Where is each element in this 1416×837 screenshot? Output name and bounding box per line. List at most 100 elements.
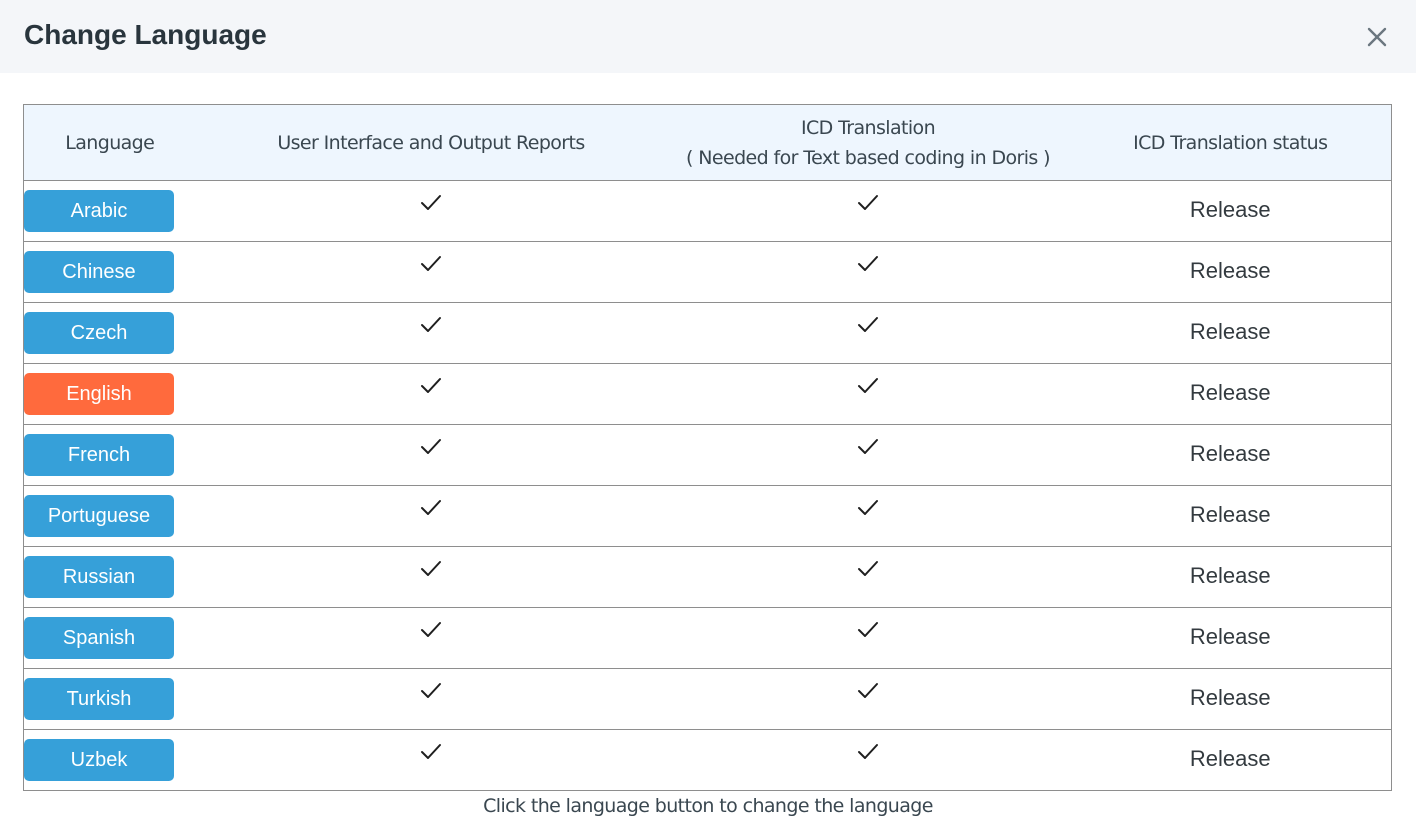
check-icon <box>858 743 878 759</box>
language-cell: Uzbek <box>23 729 196 791</box>
icd-translation-cell <box>666 546 1070 608</box>
table-row: Spanish Release <box>23 607 1392 669</box>
icd-translation-cell <box>666 729 1070 791</box>
table-row: English Release <box>23 363 1392 425</box>
language-cell: Portuguese <box>23 485 196 547</box>
check-icon <box>858 316 878 332</box>
status-cell: Release <box>1069 363 1392 425</box>
language-cell: Chinese <box>23 241 196 303</box>
check-icon <box>421 194 441 210</box>
header-icd-translation-title: ICD Translation <box>800 116 936 139</box>
status-cell: Release <box>1069 302 1392 364</box>
hint-text: Click the language button to change the … <box>483 795 933 817</box>
check-icon <box>421 316 441 332</box>
check-icon <box>858 621 878 637</box>
language-cell: Turkish <box>23 668 196 730</box>
status-text: Release <box>1189 319 1271 344</box>
check-icon <box>421 560 441 576</box>
language-button[interactable]: Russian <box>24 556 174 598</box>
language-button[interactable]: English <box>24 373 174 415</box>
check-icon <box>858 377 878 393</box>
close-icon <box>1367 27 1387 47</box>
check-icon <box>858 682 878 698</box>
status-cell: Release <box>1069 180 1392 242</box>
status-cell: Release <box>1069 241 1392 303</box>
status-cell: Release <box>1069 668 1392 730</box>
table-row: Turkish Release <box>23 668 1392 730</box>
table-row: Czech Release <box>23 302 1392 364</box>
table-row: Chinese Release <box>23 241 1392 303</box>
check-icon <box>421 255 441 271</box>
language-cell: English <box>23 363 196 425</box>
check-icon <box>421 377 441 393</box>
status-text: Release <box>1189 258 1271 283</box>
language-button[interactable]: Czech <box>24 312 174 354</box>
language-cell: Arabic <box>23 180 196 242</box>
language-cell: Spanish <box>23 607 196 669</box>
dialog-title: Change Language <box>24 19 267 50</box>
language-cell: Russian <box>23 546 196 608</box>
close-button[interactable] <box>1364 24 1390 50</box>
language-button[interactable]: Chinese <box>24 251 174 293</box>
check-icon <box>858 560 878 576</box>
check-icon <box>858 438 878 454</box>
ui-reports-cell <box>195 363 667 425</box>
header-language: Language <box>23 104 196 181</box>
table-row: Arabic Release <box>23 180 1392 242</box>
status-text: Release <box>1189 441 1271 466</box>
status-cell: Release <box>1069 424 1392 486</box>
status-text: Release <box>1189 197 1271 222</box>
language-button[interactable]: Spanish <box>24 617 174 659</box>
ui-reports-cell <box>195 546 667 608</box>
check-icon <box>421 743 441 759</box>
ui-reports-cell <box>195 485 667 547</box>
header-ui-reports: User Interface and Output Reports <box>195 104 667 181</box>
ui-reports-cell <box>195 302 667 364</box>
language-table: Language User Interface and Output Repor… <box>23 104 1392 791</box>
check-icon <box>421 682 441 698</box>
status-cell: Release <box>1069 546 1392 608</box>
status-text: Release <box>1189 502 1271 527</box>
icd-translation-cell <box>666 302 1070 364</box>
status-text: Release <box>1189 624 1271 649</box>
table-row: Russian Release <box>23 546 1392 608</box>
ui-reports-cell <box>195 180 667 242</box>
header-icd-translation-note: ( Needed for Text based coding in Doris … <box>686 146 1051 169</box>
language-cell: French <box>23 424 196 486</box>
icd-translation-cell <box>666 668 1070 730</box>
status-cell: Release <box>1069 729 1392 791</box>
icd-translation-cell <box>666 241 1070 303</box>
language-button[interactable]: Turkish <box>24 678 174 720</box>
language-button[interactable]: French <box>24 434 174 476</box>
icd-translation-cell <box>666 485 1070 547</box>
header-icd-translation: ICD Translation ( Needed for Text based … <box>666 104 1070 181</box>
icd-translation-cell <box>666 180 1070 242</box>
status-cell: Release <box>1069 485 1392 547</box>
status-text: Release <box>1189 380 1271 405</box>
language-button[interactable]: Arabic <box>24 190 174 232</box>
table-header-row: Language User Interface and Output Repor… <box>23 104 1392 181</box>
status-text: Release <box>1189 685 1271 710</box>
table-row: Uzbek Release <box>23 729 1392 791</box>
check-icon <box>421 621 441 637</box>
check-icon <box>858 499 878 515</box>
check-icon <box>858 194 878 210</box>
ui-reports-cell <box>195 424 667 486</box>
icd-translation-cell <box>666 363 1070 425</box>
ui-reports-cell <box>195 729 667 791</box>
table-row: Portuguese Release <box>23 485 1392 547</box>
icd-translation-cell <box>666 424 1070 486</box>
language-button[interactable]: Uzbek <box>24 739 174 781</box>
status-text: Release <box>1189 563 1271 588</box>
check-icon <box>421 438 441 454</box>
modal-header: Change Language <box>0 0 1416 73</box>
language-button[interactable]: Portuguese <box>24 495 174 537</box>
ui-reports-cell <box>195 607 667 669</box>
header-icd-status: ICD Translation status <box>1069 104 1392 181</box>
icd-translation-cell <box>666 607 1070 669</box>
ui-reports-cell <box>195 241 667 303</box>
table-row: French Release <box>23 424 1392 486</box>
check-icon <box>858 255 878 271</box>
language-cell: Czech <box>23 302 196 364</box>
status-cell: Release <box>1069 607 1392 669</box>
